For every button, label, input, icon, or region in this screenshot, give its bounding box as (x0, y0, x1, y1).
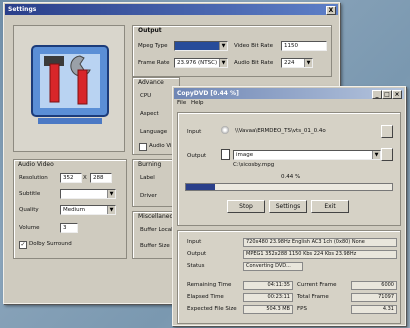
audio-bitrate-value: 224 (284, 60, 295, 66)
fps-value: 4.31 (351, 305, 397, 314)
progress-bar (185, 183, 393, 191)
info-input-label: Input (187, 239, 202, 245)
aspect-label: Aspect (140, 111, 159, 117)
output-group-title: Output (138, 27, 162, 34)
buffer-size-label: Buffer Size ( (140, 243, 174, 249)
quality-select[interactable]: Medium ▼ (60, 205, 116, 215)
info-status-label: Status (187, 263, 205, 269)
settings-title: Settings (8, 6, 37, 13)
volume-label: Volume (19, 225, 40, 231)
expected-size-label: Expected File Size (187, 306, 237, 312)
chevron-down-icon: ▼ (107, 190, 115, 198)
expected-size-value: 504.3 MB (243, 305, 293, 314)
output-type-select[interactable]: image ▼ (233, 150, 381, 160)
resolution-width-field[interactable]: 352 (60, 173, 82, 183)
audio-bitrate-label: Audio Bit Rate (234, 60, 274, 66)
output-group (132, 25, 332, 77)
language-label: Language (140, 129, 168, 135)
settings-close-button[interactable]: X (326, 6, 336, 15)
close-button[interactable]: × (392, 90, 402, 99)
chevron-down-icon: ▼ (304, 59, 312, 67)
settings-button[interactable]: Settings (269, 200, 307, 213)
total-frame-value: 71097 (351, 293, 397, 302)
progress-percent: 0.44 % (281, 174, 301, 180)
remaining-time-value: 04:11:35 (243, 281, 293, 290)
minimize-button[interactable]: _ (372, 90, 382, 99)
copydvd-title: CopyDVD [0.44 %] (177, 90, 239, 97)
buffer-local-label: Buffer Local (140, 227, 173, 233)
output-path: C:\sicosby.mpg (233, 162, 275, 168)
input-label: Input (187, 129, 202, 135)
resolution-x-label: X (83, 175, 87, 181)
volume-field[interactable]: 3 (60, 223, 78, 233)
chevron-down-icon: ▼ (107, 206, 115, 214)
dolby-checkbox[interactable]: ✓ (19, 241, 27, 249)
copydvd-titlebar: CopyDVD [0.44 %] _ □ × (174, 88, 404, 99)
advanced-group-title: Advance (138, 79, 164, 86)
driver-label: Driver (140, 193, 157, 199)
menu-file[interactable]: File (177, 100, 186, 106)
output-file-icon (221, 149, 230, 160)
maximize-button[interactable]: □ (382, 90, 392, 99)
elapsed-time-value: 00:23:11 (243, 293, 293, 302)
audio-bitrate-select[interactable]: 224 ▼ (281, 58, 313, 68)
exit-button[interactable]: Exit (311, 200, 349, 213)
dvd-icon (221, 126, 229, 134)
settings-titlebar: Settings X (5, 4, 338, 15)
output-label: Output (187, 153, 207, 159)
resolution-label: Resolution (19, 175, 48, 181)
subtitle-select[interactable]: ▼ (60, 189, 116, 199)
info-status-value: Converting DVD... (243, 262, 303, 271)
audio-video-group-title: Audio Video (18, 161, 54, 168)
chevron-down-icon: ▼ (219, 42, 227, 50)
resolution-height-field[interactable]: 288 (90, 173, 112, 183)
dolby-label: Dolby Surround (29, 241, 72, 247)
progress-fill (186, 184, 215, 190)
info-output-value: MPEG1 352x288 1150 Kbs 224 Kbs 23.98Hz (243, 250, 397, 259)
stop-button[interactable]: Stop (227, 200, 265, 213)
frame-rate-select[interactable]: 23.976 (NTSC) ▼ (174, 58, 228, 68)
copydvd-window: CopyDVD [0.44 %] _ □ × File Help Input \… (172, 86, 406, 326)
subtitle-label: Subtitle (19, 191, 41, 197)
output-browse-button[interactable] (381, 148, 393, 161)
menu-help[interactable]: Help (191, 100, 204, 106)
cpu-label: CPU (140, 93, 152, 99)
chevron-down-icon: ▼ (372, 151, 380, 159)
frame-rate-value: 23.976 (NTSC) (177, 60, 218, 66)
current-frame-label: Current Frame (297, 282, 337, 288)
video-bitrate-label: Video Bit Rate (234, 43, 273, 49)
audio-vi-checkbox[interactable] (139, 143, 147, 151)
burning-group-title: Burning (138, 161, 162, 168)
fps-label: FPS (297, 306, 307, 312)
mpeg-type-select[interactable]: ▼ (174, 41, 228, 51)
input-browse-button[interactable] (381, 125, 393, 138)
frame-rate-label: Frame Rate (138, 60, 170, 66)
remaining-time-label: Remaining Time (187, 282, 232, 288)
chevron-down-icon: ▼ (219, 59, 227, 67)
tools-logo-icon (31, 45, 109, 124)
mpeg-type-label: Mpeg Type (138, 43, 168, 49)
current-frame-value: 6000 (351, 281, 397, 290)
output-type-value: image (236, 152, 254, 158)
info-input-value: 720x480 23.98Hz English AC3 1ch (0x80) N… (243, 238, 397, 247)
input-path-field[interactable]: \\Vavaa\ERMDEO_TS\vts_01_0.4o (233, 127, 379, 135)
quality-value: Medium (63, 207, 85, 213)
elapsed-time-label: Elapsed Time (187, 294, 224, 300)
quality-label: Quality (19, 207, 39, 213)
video-bitrate-field[interactable]: 1150 (281, 41, 327, 51)
tools-logo-panel (13, 25, 125, 152)
audio-vi-label: Audio Vi (149, 143, 172, 149)
total-frame-label: Total Frame (297, 294, 329, 300)
label-label: Label (140, 175, 155, 181)
info-output-label: Output (187, 251, 207, 257)
